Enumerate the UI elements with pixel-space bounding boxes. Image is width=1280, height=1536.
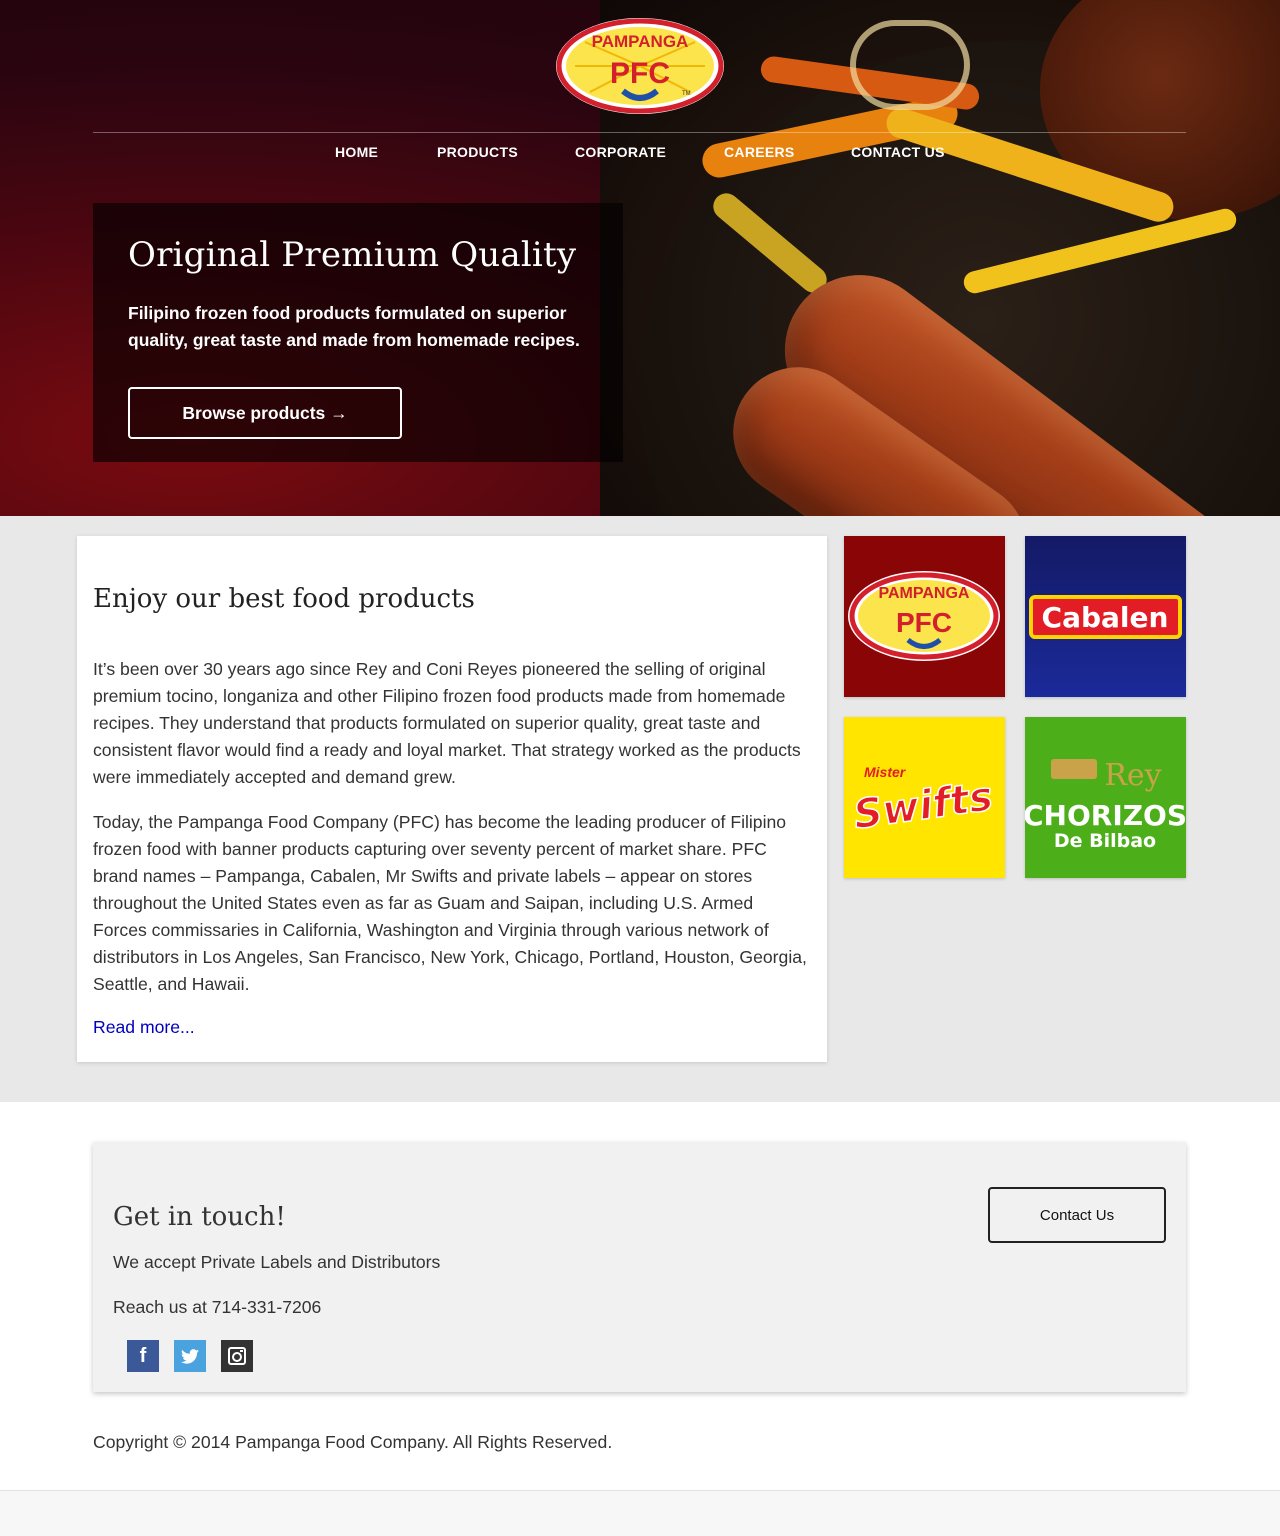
brand-product: CHORIZOS — [1025, 799, 1186, 832]
browse-products-button[interactable]: Browse products → — [128, 387, 402, 439]
brand-tile-swifts[interactable]: Mister Swifts — [844, 717, 1005, 878]
nav-careers[interactable]: CAREERS — [724, 144, 795, 160]
brand-tile-cabalen[interactable]: Cabalen — [1025, 536, 1186, 697]
brand-subtitle: De Bilbao — [1054, 830, 1156, 852]
about-paragraph: It’s been over 30 years ago since Rey an… — [93, 659, 801, 787]
brand-tile-rey-chorizos[interactable]: Rey CHORIZOS De Bilbao — [1025, 717, 1186, 878]
brand-name: Rey — [1104, 758, 1161, 793]
rey-chorizos-brand-logo: Rey CHORIZOS De Bilbao — [1025, 717, 1186, 878]
brand-monogram: PFC — [896, 607, 952, 638]
hero-callout: Original Premium Quality Filipino frozen… — [93, 203, 623, 462]
nav-corporate[interactable]: CORPORATE — [575, 144, 666, 160]
contact-card: Get in touch! We accept Private Labels a… — [93, 1142, 1186, 1392]
logo-brand-text: PAMPANGA — [592, 32, 689, 51]
contact-line: We accept Private Labels and Distributor… — [113, 1252, 441, 1272]
hero-subtitle: Filipino frozen food products formulated… — [128, 303, 580, 350]
brand-prefix: Mister — [864, 764, 907, 780]
nav-contact-us[interactable]: CONTACT US — [851, 144, 945, 160]
instagram-icon[interactable] — [221, 1340, 253, 1372]
contact-phone: Reach us at 714-331-7206 — [113, 1297, 322, 1317]
logo-monogram: PFC — [610, 57, 670, 90]
nav-divider — [93, 132, 1186, 133]
swifts-brand-logo: Mister Swifts — [844, 717, 1005, 878]
contact-section: Get in touch! We accept Private Labels a… — [0, 1102, 1280, 1490]
footer-divider — [0, 1490, 1280, 1491]
contact-heading: Get in touch! — [113, 1202, 286, 1232]
nav-home[interactable]: HOME — [335, 144, 378, 160]
cabalen-brand-logo: Cabalen — [1025, 536, 1186, 697]
brand-name: Cabalen — [1042, 601, 1169, 634]
brand-tile-pampanga[interactable]: PAMPANGA PFC — [844, 536, 1005, 697]
about-section: Enjoy our best food products It’s been o… — [0, 516, 1280, 1102]
logo-tm: TM — [682, 91, 691, 97]
crown-icon — [1051, 759, 1097, 779]
brand-name: PAMPANGA — [879, 585, 970, 602]
pampanga-brand-logo: PAMPANGA PFC — [844, 536, 1005, 697]
about-paragraph: Today, the Pampanga Food Company (PFC) h… — [93, 812, 807, 994]
hero-title: Original Premium Quality — [128, 235, 577, 275]
read-more-link[interactable]: Read more... — [93, 1017, 195, 1038]
about-heading: Enjoy our best food products — [93, 584, 475, 614]
about-card: Enjoy our best food products It’s been o… — [77, 536, 827, 1062]
twitter-icon[interactable] — [174, 1340, 206, 1372]
hero-section: PAMPANGA PFC TM HOME PRODUCTS CORPORATE … — [0, 0, 1280, 516]
contact-us-button[interactable]: Contact Us — [988, 1187, 1166, 1243]
facebook-icon[interactable]: f — [127, 1340, 159, 1372]
main-nav: HOME PRODUCTS CORPORATE CAREERS CONTACT … — [0, 144, 1280, 164]
copyright-text: Copyright © 2014 Pampanga Food Company. … — [93, 1432, 613, 1452]
pampanga-logo[interactable]: PAMPANGA PFC TM — [555, 17, 725, 115]
nav-products[interactable]: PRODUCTS — [437, 144, 518, 160]
onion-ring — [850, 20, 970, 110]
